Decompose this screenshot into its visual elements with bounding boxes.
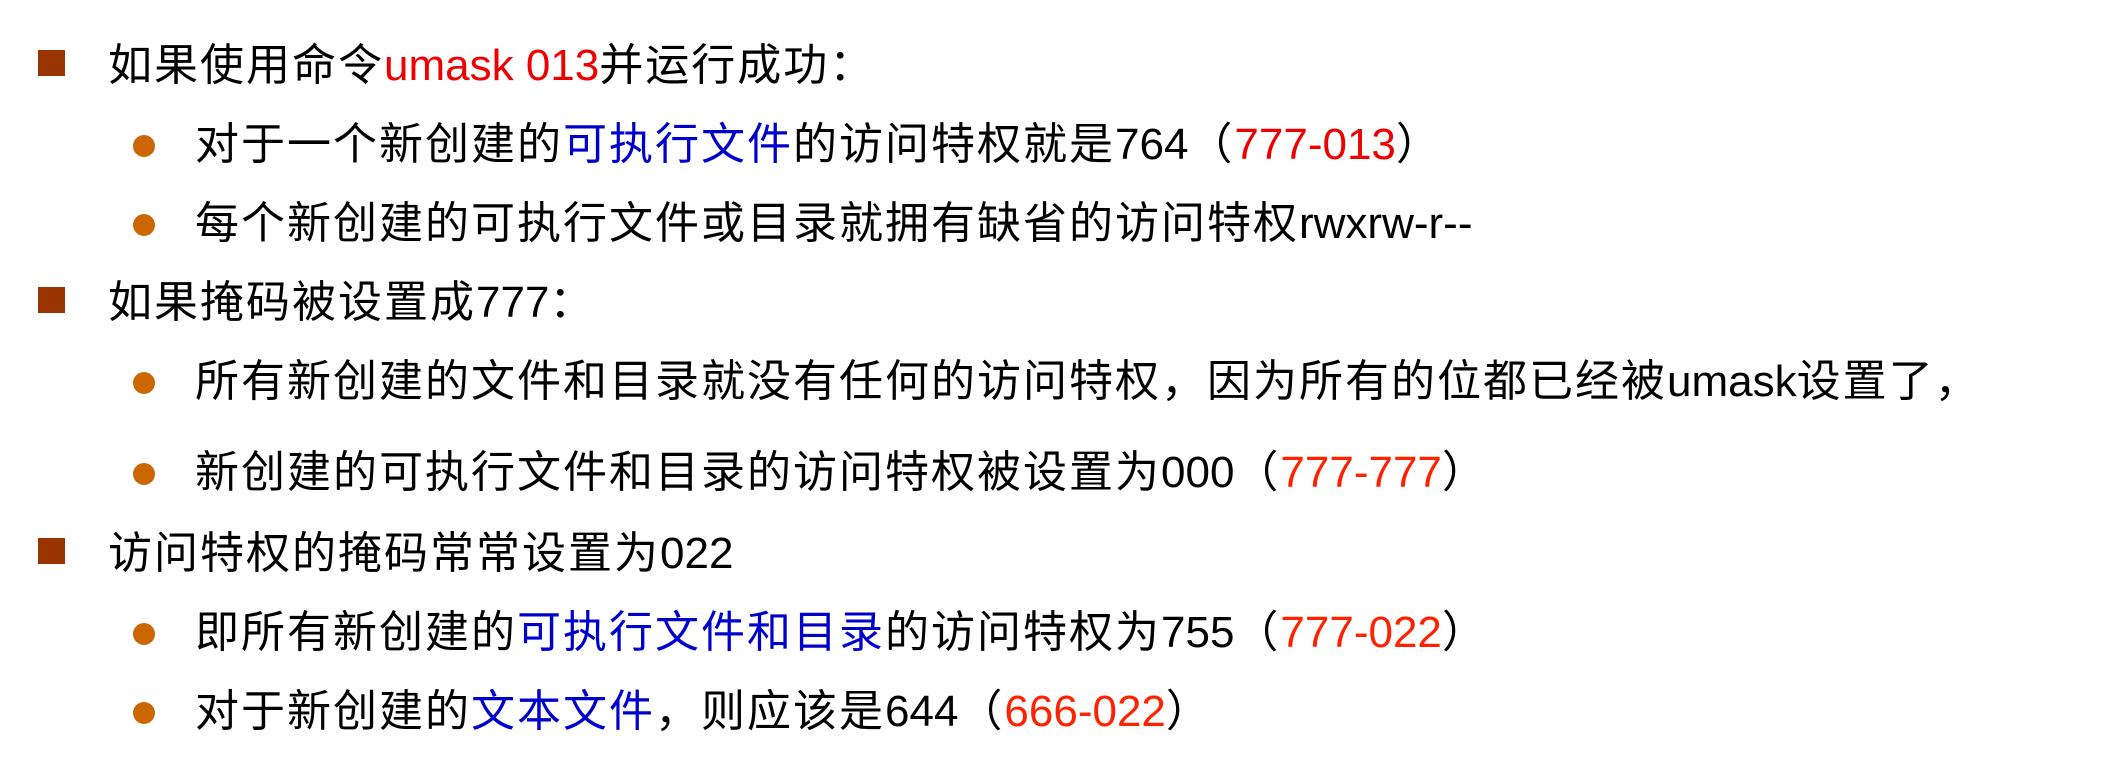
text-segment: （: [958, 686, 1005, 737]
text-segment: 可执行文件和目录: [517, 607, 885, 658]
dot-bullet-icon: [133, 214, 155, 236]
text-segment: 022: [660, 529, 734, 578]
text-segment: 666-022: [1004, 687, 1166, 736]
text-segment: （: [1234, 607, 1281, 658]
text-segment: 对于一个新创建的: [195, 119, 563, 170]
text-segment: 764: [1115, 120, 1189, 169]
text-segment: 777: [476, 278, 550, 327]
text-segment: ：: [549, 277, 596, 328]
square-bullet-icon: [38, 287, 65, 313]
dot-bullet-icon: [133, 372, 155, 394]
text-segment: ）: [1395, 119, 1442, 170]
text-segment: 访问特权的掩码常常设置为: [108, 528, 660, 579]
text-segment: 777-013: [1234, 120, 1396, 169]
text-segment: umask 013: [384, 41, 600, 90]
text-segment: 所有新创建的文件和目录就没有任何的访问特权，因为所有的位都已经被: [195, 356, 1667, 407]
text-segment: 即所有新创建的: [195, 607, 517, 658]
dot-bullet-icon: [133, 623, 155, 645]
text-segment: 如果使用命令: [108, 40, 384, 91]
text-segment: 并运行成功：: [599, 40, 876, 91]
dot-bullet-icon: [133, 702, 155, 724]
text-segment: 对于新创建的: [195, 686, 471, 737]
text-segment: 每个新创建的可执行文件或目录就拥有缺省的访问特权: [195, 198, 1299, 249]
bullet-text: 对于一个新创建的可执行文件的访问特权就是764（777-013）: [195, 117, 1442, 173]
text-segment: ）: [1441, 607, 1488, 658]
text-segment: 新创建的可执行文件和目录的访问特权被设置为: [195, 447, 1161, 498]
text-segment: ）: [1165, 686, 1212, 737]
text-segment: 的访问特权就是: [793, 119, 1115, 170]
bullet-text: 如果使用命令umask 013并运行成功：: [108, 38, 875, 94]
text-segment: 文本文件: [471, 686, 655, 737]
square-bullet-icon: [38, 50, 65, 76]
text-segment: 的访问特权为: [885, 607, 1161, 658]
bullet-text: 新创建的可执行文件和目录的访问特权被设置为000（777-777）: [195, 445, 1488, 501]
text-segment: ）: [1441, 447, 1488, 498]
square-bullet-icon: [38, 538, 65, 564]
text-segment: 755: [1161, 608, 1235, 657]
dot-bullet-icon: [133, 135, 155, 157]
text-segment: 设置了，: [1796, 356, 1981, 407]
text-segment: 777-022: [1280, 608, 1442, 657]
text-segment: umask: [1667, 357, 1797, 406]
text-segment: rwxrw-r--: [1299, 199, 1473, 248]
text-segment: 000: [1161, 448, 1235, 497]
bullet-text: 访问特权的掩码常常设置为022: [108, 526, 733, 582]
dot-bullet-icon: [133, 463, 155, 485]
text-segment: 可执行文件: [563, 119, 793, 170]
text-segment: 644: [885, 687, 959, 736]
text-segment: ，则应该是: [655, 686, 885, 737]
bullet-text: 即所有新创建的可执行文件和目录的访问特权为755（777-022）: [195, 605, 1488, 661]
bullet-text: 所有新创建的文件和目录就没有任何的访问特权，因为所有的位都已经被umask设置了…: [195, 354, 1981, 410]
text-segment: （: [1188, 119, 1235, 170]
bullet-text: 对于新创建的文本文件，则应该是644（666-022）: [195, 684, 1212, 740]
text-segment: 如果掩码被设置成: [108, 277, 476, 328]
bullet-text: 如果掩码被设置成777：: [108, 275, 595, 331]
text-segment: 777-777: [1280, 448, 1442, 497]
text-segment: （: [1234, 447, 1281, 498]
bullet-text: 每个新创建的可执行文件或目录就拥有缺省的访问特权rwxrw-r--: [195, 196, 1472, 252]
